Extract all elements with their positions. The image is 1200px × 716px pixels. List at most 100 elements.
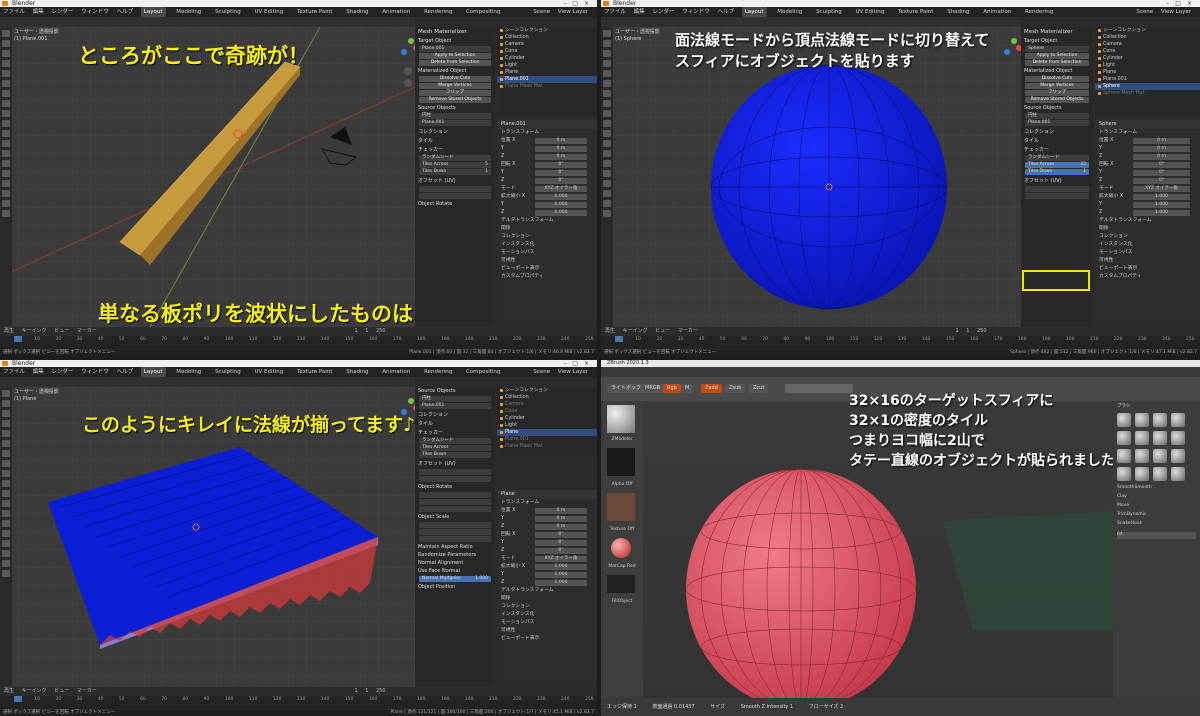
hpolish-brush-icon[interactable] (1153, 449, 1167, 463)
collection-section[interactable]: コレクション (415, 127, 495, 136)
zadd-button[interactable]: Zadd (701, 384, 722, 393)
target-object-field[interactable]: Sphere (1025, 46, 1089, 52)
trim-dynamic-brush-icon[interactable] (1135, 449, 1149, 463)
offset-y-field[interactable] (419, 193, 491, 199)
matcap-icon[interactable] (611, 538, 631, 558)
tab-uv-editing[interactable]: UV Editing (252, 367, 287, 377)
props-row[interactable]: デルタトランスフォーム (1095, 217, 1200, 225)
surface-through-control[interactable]: 表面通過 0.01437 (652, 704, 694, 710)
pinch-brush-icon[interactable] (1171, 449, 1185, 463)
m-button[interactable]: M (681, 384, 694, 393)
tiles-down-field[interactable]: Tiles Down (419, 452, 491, 458)
window-controls[interactable]: –□× (563, 360, 595, 367)
offset-x-field[interactable] (419, 186, 491, 192)
pan-icon[interactable] (404, 79, 412, 87)
flow-size-control[interactable]: フローサイズ 2 (809, 704, 844, 710)
offset-x-field[interactable] (1025, 186, 1089, 192)
tab-compositing[interactable]: Compositing (463, 7, 503, 17)
timeline[interactable]: 再生 キーイング ビュー マーカー 1 1 250 0 10 20 30 40 … (0, 687, 597, 709)
props-row[interactable]: Z 0° (497, 177, 597, 185)
end-frame-field[interactable]: 250 (376, 688, 386, 694)
outliner-item[interactable]: Light (497, 422, 597, 429)
props-row[interactable]: トランスフォーム (1095, 129, 1200, 137)
outliner[interactable]: シーンコレクション Collection Camera Cone Cylinde… (1095, 27, 1200, 117)
outliner-item-selected[interactable]: Plane (497, 429, 597, 436)
props-row[interactable]: 拡大縮小 X 1.000 (497, 563, 597, 571)
props-row[interactable]: インスタンス化 (497, 241, 597, 249)
props-row[interactable]: トランスフォーム (497, 499, 597, 507)
object-position-section[interactable]: Object Position (415, 583, 495, 591)
props-row[interactable]: モーションパス (497, 619, 597, 627)
props-row[interactable]: 回転 X 0° (497, 161, 597, 169)
zsub-button[interactable]: Zsub (725, 384, 746, 393)
outliner-item[interactable]: Plane (1095, 69, 1200, 76)
props-row[interactable]: 可視性 (497, 627, 597, 635)
props-row[interactable]: Z0 m (497, 523, 597, 531)
props-row[interactable]: 拡大縮小 X 1.000 (497, 193, 597, 201)
zbrush-menubar[interactable] (601, 367, 1200, 377)
current-frame-field[interactable]: 1 (354, 688, 357, 694)
props-row[interactable]: Z 1.000 (497, 579, 597, 587)
outliner-item-selected[interactable]: Sphere (1095, 83, 1200, 90)
timeline-keying-menu[interactable]: キーイング (22, 328, 47, 334)
move-brush-icon[interactable] (1153, 431, 1167, 445)
scene-selector[interactable]: Scene (1136, 7, 1153, 17)
flip-button[interactable]: フリップ (1025, 90, 1089, 96)
viewport-header[interactable] (0, 17, 415, 27)
tab-modeling[interactable]: Modeling (173, 7, 204, 17)
scene-selector[interactable]: Scene (533, 367, 550, 377)
tab-rendering[interactable]: Rendering (1022, 7, 1056, 17)
outliner-item[interactable]: Plane Mesh Mat (497, 443, 597, 450)
remove-stored-objects-button[interactable]: Remove Stored Objects (419, 97, 491, 103)
tab-rendering[interactable]: Rendering (421, 367, 455, 377)
source-object-field[interactable]: Plane.001 (419, 120, 491, 126)
tab-compositing[interactable]: Compositing (463, 367, 503, 377)
normal-multiplier-field[interactable]: Normal Multiplier 1.000 (419, 576, 491, 582)
tool-shelf[interactable] (0, 387, 12, 687)
props-row[interactable]: モード XYZ オイラー角 (497, 555, 597, 563)
offset-y-field[interactable] (1025, 193, 1089, 199)
brush-icon[interactable] (1171, 467, 1185, 481)
smooth-brush-icon[interactable] (1117, 413, 1131, 427)
props-row[interactable]: Y0 m (497, 515, 597, 523)
tab-rendering[interactable]: Rendering (421, 7, 455, 17)
props-row[interactable]: Z 1.000 (497, 209, 597, 217)
props-row[interactable]: Z0 m (1095, 153, 1200, 161)
props-row[interactable]: インスタンス化 (497, 611, 597, 619)
props-row[interactable]: 関係 (1095, 225, 1200, 233)
window-controls[interactable]: –□× (1166, 0, 1198, 7)
props-row[interactable]: Y0 m (497, 145, 597, 153)
viewport-header[interactable] (601, 17, 1021, 27)
tab-animation[interactable]: Animation (379, 7, 413, 17)
tab-texture-paint[interactable]: Texture Paint (294, 7, 336, 17)
props-row[interactable]: Z 0° (497, 547, 597, 555)
menu-render[interactable]: レンダー (653, 7, 675, 17)
props-row[interactable]: カスタムプロパティ (1095, 273, 1200, 281)
start-frame-field[interactable]: 1 (365, 328, 368, 334)
props-row[interactable]: デルタトランスフォーム (497, 587, 597, 595)
timeline-ruler[interactable]: 0 10 20 30 40 50 60 70 80 90 100 110 120… (0, 336, 597, 343)
timeline-marker-menu[interactable]: マーカー (77, 688, 97, 694)
source-object-field[interactable]: 円柱 (419, 113, 491, 119)
collection-section[interactable]: コレクション (1021, 127, 1093, 136)
properties-object-name[interactable]: Plane.001 (497, 120, 597, 129)
tab-shading[interactable]: Shading (343, 367, 371, 377)
start-frame-field[interactable]: 1 (365, 688, 368, 694)
tab-uv-editing[interactable]: UV Editing (853, 7, 888, 17)
props-row[interactable]: コレクション (497, 603, 597, 611)
tab-layout[interactable]: Layout (140, 367, 166, 377)
outliner[interactable]: シーンコレクション Collection Camera Cone Cylinde… (497, 387, 597, 457)
props-row[interactable]: コレクション (497, 233, 597, 241)
props-row[interactable]: Y 0° (497, 539, 597, 547)
rgb-button[interactable]: Rgb (663, 384, 681, 393)
menu-help[interactable]: ヘルプ (117, 7, 134, 17)
edge-preserve-control[interactable]: エッジ保持 1 (607, 704, 637, 710)
outliner[interactable]: シーンコレクション Collection Camera Cone Cylinde… (497, 27, 597, 117)
select-brush-icon[interactable] (1153, 413, 1167, 427)
outliner-item[interactable]: Light (497, 62, 597, 69)
tab-uv-editing[interactable]: UV Editing (252, 7, 287, 17)
brush-icon[interactable] (1135, 467, 1149, 481)
props-row[interactable]: デルタトランスフォーム (497, 217, 597, 225)
random-seed-field[interactable]: ランダムシード (419, 438, 491, 444)
outliner-item[interactable]: Plane Mesh Mat (497, 83, 597, 90)
